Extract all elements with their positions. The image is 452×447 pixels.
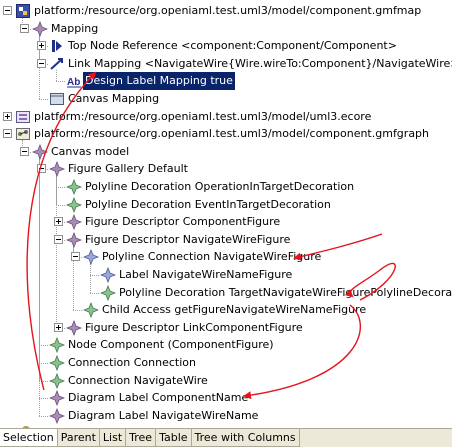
collapse-toggle[interactable] xyxy=(20,23,29,33)
tree-row[interactable]: platform:/resource/org.openiaml.test.uml… xyxy=(0,108,452,126)
tree-row[interactable]: Node Component (ComponentFigure) xyxy=(0,336,452,354)
model-tree[interactable]: platform:/resource/org.openiaml.test.uml… xyxy=(0,0,452,428)
tree-item-label: Top Node Reference <component:Component/… xyxy=(68,39,397,53)
tab-tree-with-columns[interactable]: Tree with Columns xyxy=(191,429,300,447)
diamond-green-icon xyxy=(49,337,65,354)
tab-parent[interactable]: Parent xyxy=(57,429,100,447)
diamond-blue-icon xyxy=(83,249,99,266)
tree-item-label: Canvas model xyxy=(51,144,130,158)
label-mapping-icon: Ab xyxy=(66,73,82,89)
tree-row[interactable]: Diagram Label NavigateWireName xyxy=(0,407,452,425)
tree-row[interactable]: Figure Descriptor ComponentFigure xyxy=(0,213,452,231)
svg-text:Ab: Ab xyxy=(67,77,80,88)
tree-item-label: Connection Connection xyxy=(68,356,196,369)
tree-row[interactable]: Polyline Decoration EventInTargetDecorat… xyxy=(0,196,452,214)
view-tab-bar: Selection Parent List Tree Table Tree with Co… xyxy=(0,428,452,447)
tree-item-label: Figure Descriptor ComponentFigure xyxy=(85,215,281,229)
tree-row[interactable]: Figure Descriptor LinkComponentFigure xyxy=(0,319,452,337)
canvas-mapping-icon xyxy=(49,91,65,107)
tree-row[interactable]: Ab Design Label Mapping true xyxy=(0,72,452,91)
tree-item-label: Diagram Label ComponentName xyxy=(68,391,249,405)
diamond-green-icon xyxy=(49,372,65,389)
tree-row[interactable]: Canvas Mapping xyxy=(0,90,452,108)
diamond-icon xyxy=(32,143,48,160)
collapse-toggle[interactable] xyxy=(71,252,80,262)
tree-row[interactable]: Canvas model xyxy=(0,143,452,161)
tree-item-label: Figure Descriptor LinkComponentFigure xyxy=(85,320,303,334)
tab-selection[interactable]: Selection xyxy=(0,429,58,447)
diamond-icon xyxy=(66,214,82,231)
diamond-green-icon xyxy=(49,355,65,371)
collapse-toggle[interactable] xyxy=(3,129,12,139)
expand-toggle[interactable] xyxy=(54,217,63,227)
collapse-toggle[interactable] xyxy=(37,164,46,174)
tree-item-label: Figure Descriptor NavigateWireFigure xyxy=(85,232,291,246)
diamond-blue-icon xyxy=(100,267,116,283)
tree-item-label: Child Access getFigureNavigateWireNameFi… xyxy=(102,303,367,317)
diamond-icon xyxy=(66,231,82,248)
collapse-toggle[interactable] xyxy=(54,234,63,244)
diamond-green-icon xyxy=(66,196,82,213)
tree-row[interactable]: platform:/resource/org.openiaml.test.uml… xyxy=(0,125,452,143)
tree-row[interactable]: Diagram Label ComponentName xyxy=(0,389,452,407)
tab-table[interactable]: Table xyxy=(156,429,192,447)
tree-item-label: platform:/resource/org.openiaml.test.uml… xyxy=(34,4,422,17)
tree-row[interactable]: Connection NavigateWire xyxy=(0,372,452,390)
tree-item-label: platform:/resource/org.openiaml.test.uml… xyxy=(34,127,430,141)
diamond-icon xyxy=(49,390,65,407)
expand-toggle[interactable] xyxy=(37,41,46,51)
collapse-toggle[interactable] xyxy=(3,6,12,15)
diamond-green-icon xyxy=(83,302,99,319)
expand-toggle[interactable] xyxy=(3,111,12,121)
gmfgraph-file-icon xyxy=(15,126,31,142)
diamond-green-icon xyxy=(100,284,116,301)
tree-item-label: Polyline Decoration EventInTargetDecorat… xyxy=(85,197,331,211)
tree-row[interactable]: Figure Gallery Default xyxy=(0,160,452,178)
tree-row[interactable]: Polyline Decoration OperationInTargetDec… xyxy=(0,178,452,196)
tree-item-label: Mapping xyxy=(51,21,99,35)
diamond-icon xyxy=(66,319,82,336)
tree-item-label: Polyline Connection NavigateWireFigure xyxy=(102,250,322,264)
ecore-file-icon xyxy=(15,109,31,125)
tree-item-label: platform:/resource/org.openiaml.test.uml… xyxy=(34,109,372,123)
tree-row[interactable]: Polyline Connection NavigateWireFigure xyxy=(0,248,452,266)
diamond-icon xyxy=(49,161,65,178)
tree-item-label: Connection NavigateWire xyxy=(68,373,208,387)
collapse-toggle[interactable] xyxy=(20,146,29,156)
tree-item-label: Label NavigateWireNameFigure xyxy=(119,268,293,281)
tab-tree[interactable]: Tree xyxy=(126,429,157,447)
tree-row[interactable]: Connection Connection xyxy=(0,354,452,372)
diamond-green-icon xyxy=(66,179,82,195)
tree-item-label-selected: Design Label Mapping true xyxy=(83,72,235,91)
tree-item-label: Diagram Label NavigateWireName xyxy=(68,408,259,422)
tree-item-label: Link Mapping <NavigateWire{Wire.wireTo:C… xyxy=(68,56,452,70)
gmfmap-file-icon xyxy=(15,3,31,19)
tree-row[interactable]: Mapping xyxy=(0,20,452,38)
tree-item-label: Polyline Decoration OperationInTargetDec… xyxy=(85,180,355,193)
tab-list[interactable]: List xyxy=(99,429,127,447)
tree-row[interactable]: platform:/resource/org.openiaml.test.uml… xyxy=(0,2,452,20)
tree-row[interactable]: Figure Descriptor NavigateWireFigure xyxy=(0,231,452,249)
diamond-icon xyxy=(49,407,65,424)
tree-row[interactable]: Top Node Reference <component:Component/… xyxy=(0,37,452,55)
diamond-icon xyxy=(32,20,48,37)
tree-item-label: Node Component (ComponentFigure) xyxy=(68,338,274,352)
expand-toggle[interactable] xyxy=(54,322,63,332)
tree-row[interactable]: Link Mapping <NavigateWire{Wire.wireTo:C… xyxy=(0,55,452,73)
tree-item-label: Figure Gallery Default xyxy=(68,162,188,176)
tree-item-label: Canvas Mapping xyxy=(68,92,160,105)
collapse-toggle[interactable] xyxy=(37,58,46,68)
link-mapping-icon xyxy=(49,56,65,72)
tree-row[interactable]: Polyline Decoration TargetNavigateWireFi… xyxy=(0,284,452,302)
tree-row[interactable]: Child Access getFigureNavigateWireNameFi… xyxy=(0,301,452,319)
tree-item-label: Polyline Decoration TargetNavigateWireFi… xyxy=(119,285,452,299)
node-reference-icon xyxy=(49,38,65,54)
tree-row[interactable]: Label NavigateWireNameFigure xyxy=(0,266,452,284)
